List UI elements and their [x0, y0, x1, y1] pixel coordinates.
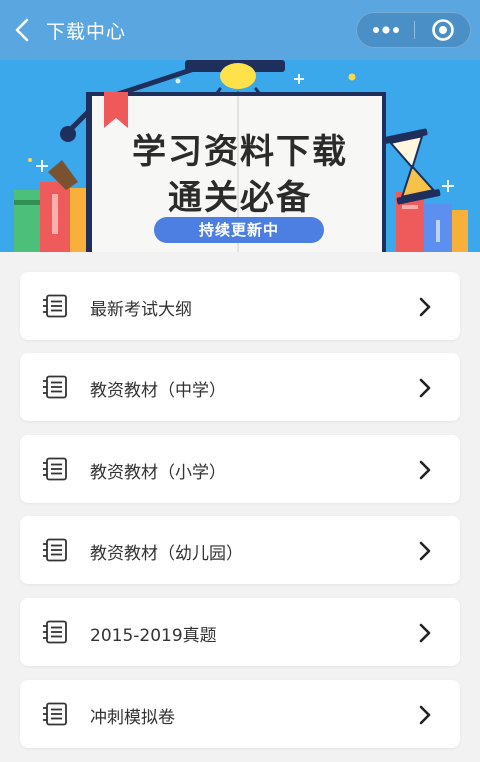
chevron-right-icon	[419, 378, 431, 398]
list-icon	[43, 375, 67, 399]
chevron-right-icon	[419, 460, 431, 480]
list-item[interactable]: 最新考试大纲	[20, 272, 460, 340]
close-button[interactable]	[415, 13, 471, 47]
chevron-right-icon	[419, 623, 431, 643]
list-item-label: 2015-2019真题	[90, 626, 217, 646]
list-icon	[43, 702, 67, 726]
banner-badge: 持续更新中	[154, 217, 324, 243]
chevron-right-icon	[419, 705, 431, 725]
more-button[interactable]	[357, 13, 414, 47]
list-item-label: 教资教材（小学）	[90, 463, 226, 483]
navigation-bar: 下载中心	[0, 0, 480, 60]
list-icon	[43, 294, 67, 318]
list-item[interactable]: 冲刺模拟卷	[20, 680, 460, 748]
chevron-left-icon	[15, 18, 29, 42]
list-item[interactable]: 2015-2019真题	[20, 598, 460, 666]
list-icon	[43, 457, 67, 481]
page-title: 下载中心	[46, 21, 127, 43]
list-item[interactable]: 教资教材（小学）	[20, 435, 460, 503]
banner-subheadline: 通关必备	[168, 178, 312, 218]
list-item-label: 教资教材（中学）	[90, 381, 226, 401]
list-item-label: 教资教材（幼儿园）	[90, 544, 243, 564]
target-close-icon	[432, 19, 454, 41]
banner-headline: 学习资料下载	[132, 132, 348, 172]
list-item[interactable]: 教资教材（幼儿园）	[20, 516, 460, 584]
list-icon	[43, 538, 67, 562]
mini-program-capsule	[356, 12, 471, 48]
chevron-right-icon	[419, 297, 431, 317]
list-item-label: 冲刺模拟卷	[90, 708, 175, 728]
banner[interactable]: 学习资料下载 通关必备 持续更新中	[0, 60, 480, 252]
list-item-label: 最新考试大纲	[90, 300, 192, 320]
more-dots-icon	[372, 26, 399, 34]
list-icon	[43, 620, 67, 644]
chevron-right-icon	[419, 541, 431, 561]
back-button[interactable]	[8, 14, 36, 46]
list-item[interactable]: 教资教材（中学）	[20, 353, 460, 421]
